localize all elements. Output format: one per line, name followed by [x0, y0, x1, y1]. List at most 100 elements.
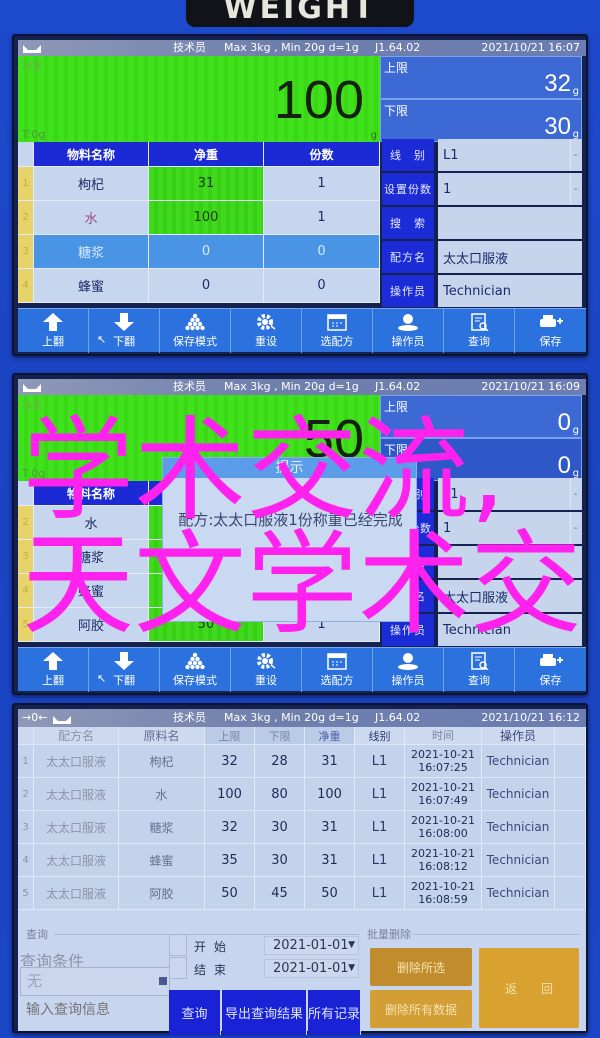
line-field[interactable]: 线 别 L1 - [382, 139, 582, 171]
all-records-button[interactable]: 所有记录 [308, 990, 361, 1035]
recipe-value[interactable]: 太太口服液 [438, 241, 582, 273]
operator-button[interactable]: 操作员 [373, 309, 444, 353]
overlay-text: 学术交流, 天文学术交 [22, 414, 582, 642]
cursor-icon: ↖ [97, 333, 107, 346]
row-index: 2 [18, 778, 34, 811]
table-row[interactable]: 4 太太口服液 蜂蜜 35 30 31 L1 2021-10-21 16:08:1… [18, 844, 586, 877]
select-recipe-button[interactable]: 选配方 [302, 309, 373, 353]
start-date-select[interactable]: 2021-01-01 ▼ [264, 936, 359, 955]
table-row[interactable]: 2 水 100 1 [18, 201, 380, 235]
field-label: 搜 索 [382, 207, 434, 239]
operator-value[interactable]: Technician [438, 275, 582, 307]
start-date-checkbox[interactable] [169, 934, 187, 956]
column-header[interactable]: 下限 [255, 727, 305, 745]
row-index: 4 [18, 269, 34, 303]
material-table: 物料名称 净重 份数 1 枸杞 31 1 2 水 100 1 3 糖浆 0 0 … [18, 142, 380, 303]
page-down-button[interactable]: ↖ 下翻 [89, 648, 160, 692]
back-button[interactable]: 返 回 [479, 948, 579, 1028]
search-input[interactable] [438, 207, 582, 239]
column-header[interactable]: 线别 [355, 727, 405, 745]
page-up-button[interactable]: 上翻 [18, 648, 89, 692]
recipe-field[interactable]: 配方名 太太口服液 [382, 241, 582, 273]
page-up-button[interactable]: 上翻 [18, 309, 89, 353]
operator-field[interactable]: 操作员 Technician [382, 275, 582, 307]
table-header: 配方名 原料名 上限 下限 净重 线别 时间 操作员 [18, 727, 586, 745]
row-index: 1 [18, 167, 34, 201]
save-mode-button[interactable]: 保存模式 [160, 648, 231, 692]
delete-selected-button[interactable]: 删除所选 [370, 948, 472, 986]
weight-value: 100 [273, 70, 364, 130]
line-select[interactable]: L1 - [438, 139, 582, 171]
column-header[interactable]: 净重 [305, 727, 355, 745]
operator-icon [398, 314, 418, 331]
search-field[interactable]: 搜 索 [382, 207, 582, 239]
arrow-up-icon [43, 652, 63, 670]
datetime: 2021/10/21 16:07 [481, 41, 580, 54]
reset-button[interactable]: 重设 [231, 648, 302, 692]
table-row[interactable]: 4 蜂蜜 0 0 [18, 269, 380, 303]
column-header[interactable]: 操作员 [482, 727, 555, 745]
end-date-checkbox[interactable] [169, 957, 187, 979]
column-header[interactable]: 时间 [405, 727, 482, 745]
operator-button[interactable]: 操作员 [373, 648, 444, 692]
end-date-select[interactable]: 2021-01-01 ▼ [264, 959, 359, 978]
dropdown-icon[interactable] [159, 977, 167, 985]
table-header: 物料名称 净重 份数 [18, 142, 380, 167]
table-row[interactable]: 1 太太口服液 枸杞 32 28 31 L1 2021-10-21 16:07:2… [18, 745, 586, 778]
table-row[interactable]: 5 太太口服液 阿胶 50 45 50 L1 2021-10-21 16:08:5… [18, 877, 586, 910]
material-name: 水 [34, 201, 149, 235]
reset-button[interactable]: 重设 [231, 309, 302, 353]
portions-select[interactable]: 1- [438, 173, 582, 205]
divider [414, 934, 579, 935]
save-mode-button[interactable]: 保存模式 [160, 309, 231, 353]
material-name: 糖浆 [34, 235, 149, 269]
pyramid-icon [185, 313, 205, 331]
dropdown-icon[interactable]: - [570, 139, 580, 171]
column-header: 净重 [149, 142, 264, 167]
row-index: 2 [18, 201, 34, 235]
delete-all-button[interactable]: 删除所有数据 [370, 990, 472, 1028]
table-row[interactable]: 2 太太口服液 水 100 80 100 L1 2021-10-21 16:07:… [18, 778, 586, 811]
field-value: 1 [443, 181, 452, 197]
portions-field[interactable]: 设置份数 1- [382, 173, 582, 205]
export-results-button[interactable]: 导出查询结果 [222, 990, 307, 1035]
time-cell: 2021-10-21 16:07:49 [405, 778, 482, 811]
time-cell: 2021-10-21 16:08:00 [405, 811, 482, 844]
operator-cell: Technician [482, 844, 555, 877]
query-condition-select[interactable]: 无 [20, 967, 170, 996]
table-row[interactable]: 3 太太口服液 糖浆 32 30 31 L1 2021-10-21 16:08:0… [18, 811, 586, 844]
material-cell: 蜂蜜 [119, 844, 205, 877]
dropdown-icon[interactable]: - [570, 173, 580, 205]
button-label: 保存模式 [173, 674, 217, 687]
save-button[interactable]: 保存 [515, 648, 586, 692]
scale-spec: Max 3kg , Min 20g d=1g [224, 41, 359, 54]
field-label: 配方名 [382, 241, 434, 273]
button-label: 下翻 [113, 335, 135, 348]
arrow-down-icon [114, 313, 134, 331]
table-row[interactable]: 1 枸杞 31 1 [18, 167, 380, 201]
lower-cell: 45 [255, 877, 305, 910]
datetime: 2021/10/21 16:12 [481, 711, 580, 724]
column-header[interactable]: 原料名 [119, 727, 205, 745]
time-text: 16:08:12 [418, 860, 468, 873]
upper-cell: 35 [205, 844, 255, 877]
material-cell: 水 [119, 778, 205, 811]
column-header: 物料名称 [34, 142, 149, 167]
save-button[interactable]: 保存 [515, 309, 586, 353]
query-info-input[interactable] [26, 1002, 166, 1018]
dropdown-icon[interactable]: ▼ [348, 937, 355, 954]
table-row-selected[interactable]: 3 糖浆 0 0 [18, 235, 380, 269]
button-label: 选配方 [320, 674, 354, 687]
firmware-version: J1.64.02 [375, 380, 421, 393]
column-header[interactable]: 配方名 [34, 727, 119, 745]
dropdown-icon[interactable]: ▼ [348, 960, 355, 977]
search-button[interactable]: 查询 [169, 990, 221, 1035]
column-header[interactable]: 上限 [205, 727, 255, 745]
query-button[interactable]: 查询 [444, 648, 515, 692]
end-date-value: 2021-01-01 [273, 961, 349, 976]
select-recipe-button[interactable]: 选配方 [302, 648, 373, 692]
page-down-button[interactable]: ↖ 下翻 [89, 309, 160, 353]
query-button[interactable]: 查询 [444, 309, 515, 353]
date-text: 2021-10-21 [411, 880, 475, 893]
net-weight: 100 [149, 201, 264, 235]
